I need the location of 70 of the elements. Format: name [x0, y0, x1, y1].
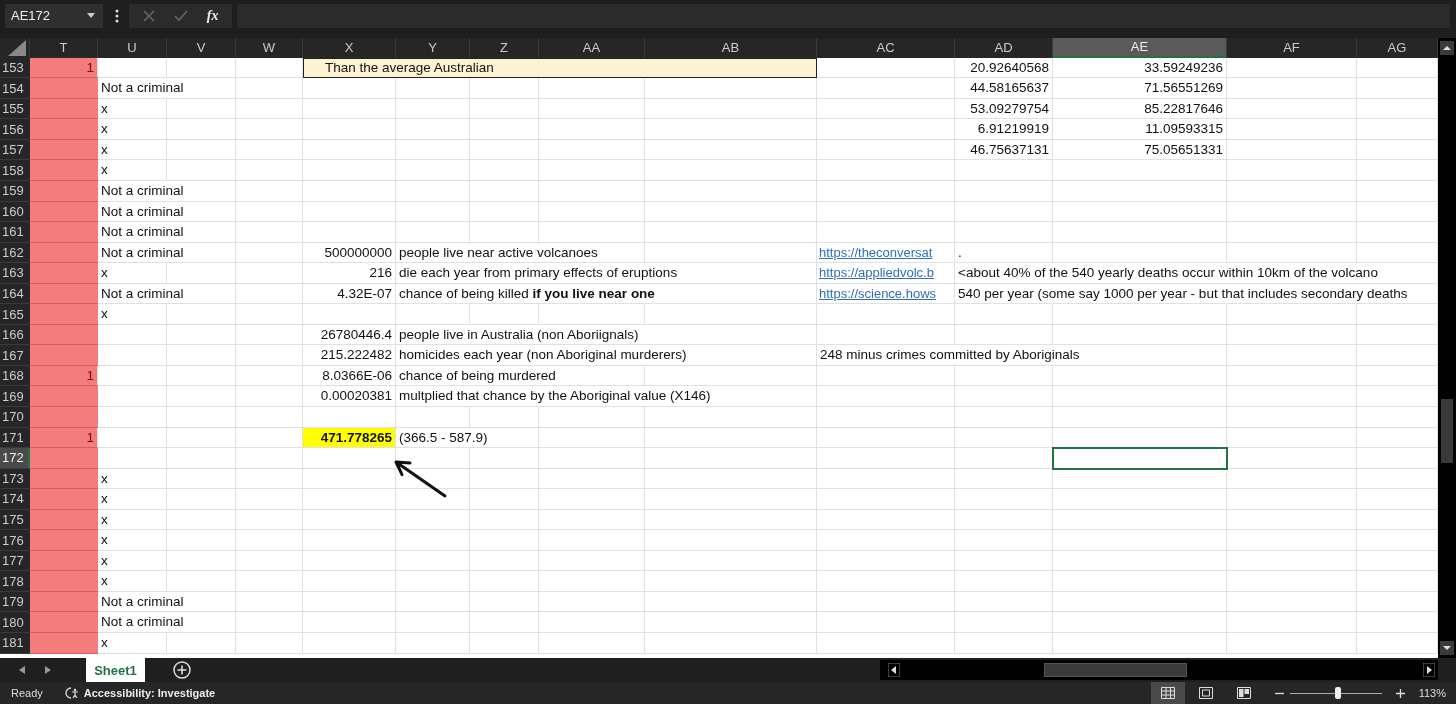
- column-header[interactable]: U: [98, 37, 167, 58]
- row-header[interactable]: 158: [0, 160, 30, 181]
- accessibility-status[interactable]: Accessibility: Investigate: [83, 687, 216, 699]
- column-header[interactable]: Y: [396, 37, 470, 58]
- zoom-level[interactable]: 113%: [1418, 687, 1446, 699]
- column-header[interactable]: AA: [539, 37, 645, 58]
- row-header[interactable]: 170: [0, 407, 30, 428]
- check-icon[interactable]: [173, 9, 188, 22]
- page-break-icon: [1236, 687, 1251, 699]
- row-header[interactable]: 159: [0, 181, 30, 202]
- column-header[interactable]: AF: [1227, 37, 1357, 58]
- sheet-tab[interactable]: Sheet1: [86, 658, 145, 682]
- column-header[interactable]: AB: [645, 37, 817, 58]
- row-header[interactable]: 172: [0, 448, 30, 469]
- row-header[interactable]: 156: [0, 119, 30, 140]
- insert-function-button[interactable]: fx: [206, 7, 219, 24]
- page-icon: [1198, 687, 1213, 699]
- zoom-in-icon[interactable]: [1395, 688, 1405, 698]
- caret-icon: [87, 13, 95, 19]
- next-sheet-icon[interactable]: [45, 666, 51, 674]
- scroll-thumb[interactable]: [1441, 398, 1453, 463]
- row-header[interactable]: 176: [0, 530, 30, 551]
- row-header[interactable]: 178: [0, 571, 30, 592]
- table-cell: 1: [30, 57, 98, 79]
- scroll-down-icon[interactable]: [1440, 641, 1454, 655]
- note-cell: Than the average Australian: [303, 57, 817, 79]
- column-header[interactable]: V: [167, 37, 236, 58]
- column-header[interactable]: X: [303, 37, 396, 58]
- normal-view-button[interactable]: [1150, 682, 1185, 704]
- column-header[interactable]: W: [236, 37, 303, 58]
- row-header[interactable]: 161: [0, 222, 30, 243]
- table-cell: 1: [30, 365, 98, 387]
- row-header[interactable]: 173: [0, 468, 30, 490]
- row-header[interactable]: 180: [0, 612, 30, 633]
- more-icon[interactable]: [115, 8, 119, 23]
- column-header[interactable]: T: [30, 37, 98, 58]
- row-header[interactable]: 169: [0, 386, 30, 407]
- row-header[interactable]: 160: [0, 201, 30, 223]
- row-header[interactable]: 153: [0, 57, 30, 79]
- scroll-thumb[interactable]: [1044, 663, 1187, 677]
- row-header[interactable]: 179: [0, 591, 30, 613]
- row-header[interactable]: 154: [0, 78, 30, 99]
- grid-icon: [1160, 687, 1175, 699]
- row-header[interactable]: 164: [0, 283, 30, 305]
- scroll-right-icon[interactable]: [1423, 663, 1435, 677]
- column-header[interactable]: AC: [817, 37, 955, 58]
- row-header[interactable]: 162: [0, 242, 30, 264]
- row-header[interactable]: 165: [0, 304, 30, 325]
- row-header[interactable]: 166: [0, 324, 30, 346]
- status-text: Ready: [11, 687, 43, 699]
- name-box[interactable]: AE172: [5, 3, 103, 28]
- row-header[interactable]: 175: [0, 509, 30, 531]
- row-header[interactable]: 163: [0, 263, 30, 284]
- row-header[interactable]: 167: [0, 345, 30, 366]
- row-header[interactable]: 157: [0, 139, 30, 161]
- add-sheet-icon[interactable]: [173, 661, 191, 679]
- row-header[interactable]: 155: [0, 98, 30, 120]
- table-cell: 471.778265: [303, 427, 396, 449]
- row-header[interactable]: 174: [0, 489, 30, 510]
- previous-sheet-icon[interactable]: [19, 666, 25, 674]
- row-header[interactable]: 181: [0, 633, 30, 654]
- column-header[interactable]: AE: [1053, 37, 1227, 58]
- scroll-up-icon[interactable]: [1440, 40, 1454, 55]
- row-header[interactable]: 168: [0, 365, 30, 387]
- accessibility-icon[interactable]: [64, 687, 81, 699]
- scroll-left-icon[interactable]: [888, 663, 900, 677]
- row-header[interactable]: 177: [0, 550, 30, 572]
- column-header[interactable]: Z: [470, 37, 539, 58]
- table-cell: 1: [30, 427, 98, 449]
- row-header[interactable]: 171: [0, 427, 30, 449]
